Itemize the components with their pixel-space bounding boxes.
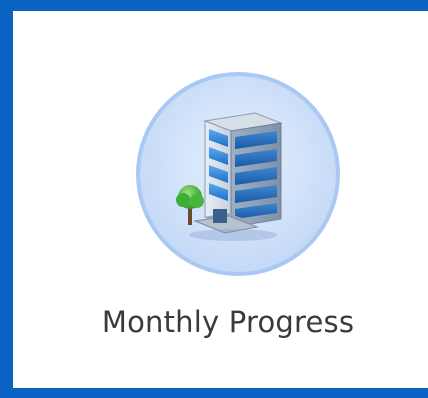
monthly-progress-tile[interactable]: Monthly Progress: [13, 11, 428, 388]
office-building-icon-svg: [136, 72, 340, 276]
office-building-icon: [133, 69, 343, 279]
tile-border-frame: Monthly Progress: [0, 0, 428, 398]
tile-label: Monthly Progress: [101, 305, 355, 339]
